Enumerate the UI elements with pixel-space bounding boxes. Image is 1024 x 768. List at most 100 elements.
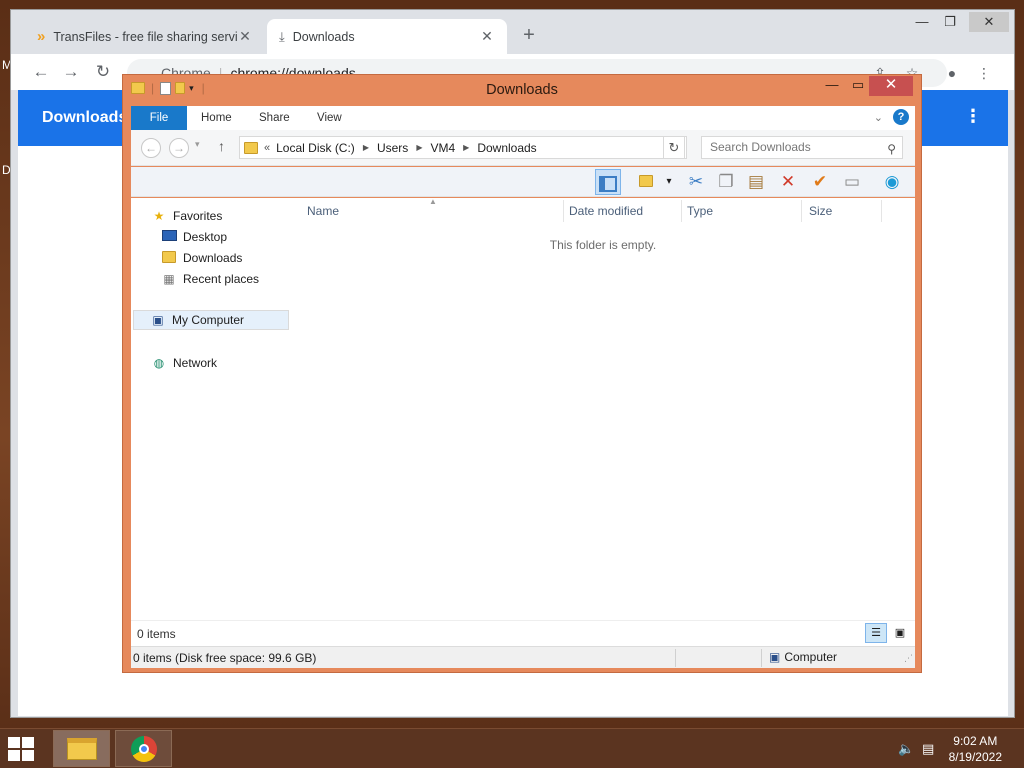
status-divider <box>675 649 676 667</box>
status-divider <box>761 649 762 667</box>
paste-icon[interactable]: ▤ <box>743 169 769 195</box>
network-icon: ◍ <box>153 356 165 370</box>
close-icon[interactable]: ✕ <box>479 28 495 45</box>
tab-transfiles[interactable]: » TransFiles - free file sharing servi ✕ <box>25 19 265 54</box>
globe-icon[interactable]: ◉ <box>879 169 905 195</box>
forward-arrow-icon[interactable]: → <box>61 62 81 82</box>
nav-network[interactable]: ◍ Network <box>151 353 217 373</box>
status-zone-label: Computer <box>784 650 838 664</box>
refresh-icon[interactable]: ↻ <box>663 136 685 159</box>
search-placeholder: Search Downloads <box>710 140 811 154</box>
network-tray-icon[interactable]: ▤ <box>922 741 934 757</box>
nav-label: Favorites <box>173 209 223 223</box>
minimize-icon[interactable]: — <box>819 76 845 96</box>
delete-icon[interactable]: ✕ <box>775 169 801 195</box>
tab-downloads[interactable]: ⤓ Downloads ✕ <box>267 19 507 54</box>
back-arrow-icon[interactable]: ← <box>31 62 51 82</box>
new-tab-button[interactable]: + <box>517 24 541 47</box>
recent-locations-icon[interactable]: ▾ <box>195 139 200 150</box>
sort-up-icon: ▲ <box>429 197 437 206</box>
ribbon-tabs: File Home Share View ⌄ ? <box>131 106 915 130</box>
file-explorer-taskbar-button[interactable] <box>53 730 110 767</box>
tab-home[interactable]: Home <box>187 106 246 130</box>
command-bar: ▾ ✂ ❐ ▤ ✕ ✔ ▭ ◉ <box>131 167 915 197</box>
recent-places-icon: ▦ <box>163 272 175 286</box>
download-arrow-icon: ⤓ <box>279 28 285 44</box>
rename-icon[interactable]: ▭ <box>839 169 865 195</box>
chrome-taskbar-button[interactable] <box>115 730 172 767</box>
page-title: Downloads <box>42 109 128 126</box>
details-view-icon[interactable]: ☰ <box>865 623 887 643</box>
forward-arrow-icon[interactable]: → <box>169 138 189 158</box>
column-type[interactable]: Type <box>687 204 713 218</box>
reload-icon[interactable]: ↻ <box>93 62 113 82</box>
chrome-menu-icon[interactable]: ⋮ <box>973 62 995 84</box>
column-divider[interactable] <box>681 200 682 222</box>
breadcrumb-prefix[interactable]: « <box>264 142 270 154</box>
tab-view[interactable]: View <box>303 106 356 130</box>
tab-share[interactable]: Share <box>245 106 304 130</box>
column-size[interactable]: Size <box>809 204 832 218</box>
close-icon[interactable]: ✕ <box>237 28 253 45</box>
preview-pane-icon[interactable] <box>595 169 621 195</box>
resize-grip-icon[interactable]: ⋰ <box>904 653 913 664</box>
folder-options-icon[interactable] <box>633 169 659 195</box>
nav-downloads[interactable]: Downloads <box>161 248 242 268</box>
windows-start-icon[interactable] <box>8 737 36 761</box>
tab-title: Downloads <box>292 29 355 44</box>
back-arrow-icon[interactable]: ← <box>141 138 161 158</box>
large-icons-view-icon[interactable]: ▣ <box>889 623 911 643</box>
select-check-icon[interactable]: ✔ <box>807 169 833 195</box>
up-arrow-icon[interactable]: ↑ <box>218 138 225 154</box>
chevron-right-icon[interactable]: ▶ <box>363 143 369 152</box>
item-count-bar: 0 items ☰ ▣ <box>131 620 915 646</box>
tab-title: TransFiles - free file sharing servi <box>53 29 237 44</box>
breadcrumb-item[interactable]: Local Disk (C:) <box>276 141 355 155</box>
column-date-modified[interactable]: Date modified <box>569 204 643 218</box>
chevron-right-icon[interactable]: ▶ <box>463 143 469 152</box>
status-text: 0 items (Disk free space: 99.6 GB) <box>133 651 317 665</box>
nav-label: Desktop <box>183 230 228 244</box>
column-name[interactable]: Name <box>307 204 339 218</box>
search-input[interactable]: Search Downloads ⚲ <box>701 136 903 159</box>
tab-file[interactable]: File <box>131 106 187 130</box>
cut-icon[interactable]: ✂ <box>683 169 709 195</box>
close-icon[interactable]: ✕ <box>869 76 913 96</box>
chevron-down-icon[interactable]: ▾ <box>661 169 677 195</box>
maximize-icon[interactable]: ▭ <box>845 76 871 96</box>
breadcrumb-item[interactable]: VM4 <box>430 141 455 155</box>
column-divider[interactable] <box>563 200 564 222</box>
breadcrumb[interactable]: « Local Disk (C:) ▶ Users ▶ VM4 ▶ Downlo… <box>239 136 687 159</box>
search-icon[interactable]: ⚲ <box>887 139 896 160</box>
breadcrumb-item[interactable]: Downloads <box>477 141 536 155</box>
column-divider[interactable] <box>881 200 882 222</box>
profile-avatar-icon[interactable]: ● <box>941 62 963 84</box>
more-actions-icon[interactable]: ⋮ <box>964 106 982 127</box>
copy-icon[interactable]: ❐ <box>713 169 739 195</box>
desktop-icon <box>161 230 177 244</box>
address-row: ← → ▾ ↑ « Local Disk (C:) ▶ Users ▶ VM4 … <box>131 130 915 166</box>
help-icon[interactable]: ? <box>893 109 909 125</box>
explorer-content: ★ Favorites Desktop Downloads ▦ Recent p… <box>131 197 915 620</box>
window-title: Downloads <box>486 82 558 98</box>
expand-ribbon-icon[interactable]: ⌄ <box>874 111 883 124</box>
nav-my-computer[interactable]: ▣ My Computer <box>133 310 289 330</box>
nav-label: Recent places <box>183 272 260 286</box>
column-divider[interactable] <box>801 200 802 222</box>
chrome-icon <box>130 735 157 762</box>
explorer-titlebar[interactable]: | ▾ | Downloads — ▭ ✕ <box>123 75 921 105</box>
maximize-icon[interactable]: ❐ <box>935 12 965 32</box>
column-headers: ▲ Name Date modified Type Size <box>301 197 905 224</box>
clock-time: 9:02 AM <box>953 734 998 748</box>
nav-favorites[interactable]: ★ Favorites <box>151 206 223 226</box>
nav-label: Network <box>173 356 218 370</box>
close-icon[interactable]: ✕ <box>969 12 1009 32</box>
nav-recent-places[interactable]: ▦ Recent places <box>161 269 259 289</box>
clock-date: 8/19/2022 <box>948 750 1002 764</box>
nav-desktop[interactable]: Desktop <box>161 227 227 247</box>
minimize-icon[interactable]: — <box>907 12 937 32</box>
chevron-right-icon[interactable]: ▶ <box>416 143 422 152</box>
breadcrumb-item[interactable]: Users <box>377 141 408 155</box>
volume-muted-icon[interactable]: 🔈 <box>898 741 914 757</box>
taskbar-clock[interactable]: 9:02 AM 8/19/2022 <box>949 733 1002 765</box>
